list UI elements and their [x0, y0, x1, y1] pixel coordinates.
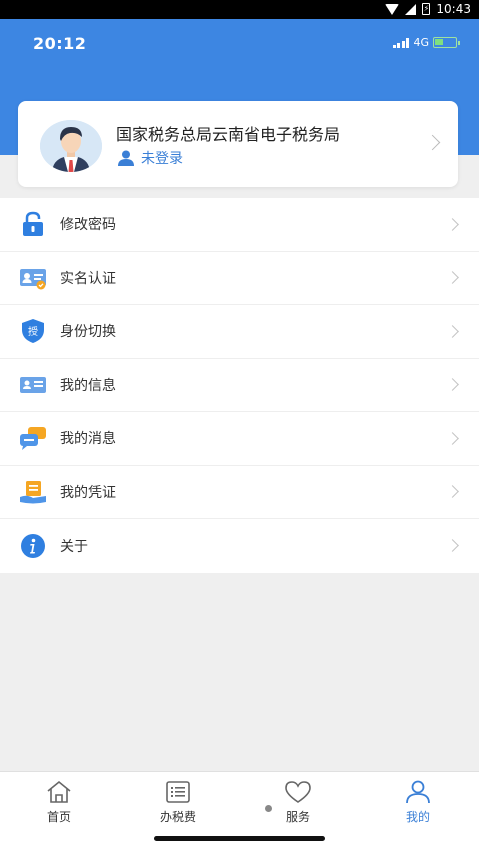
signal-icon	[405, 3, 417, 15]
id-card-icon	[19, 265, 47, 291]
tab-home[interactable]: 首页	[14, 780, 104, 825]
tab-tax[interactable]: 办税费	[133, 780, 223, 825]
chevron-right-icon	[446, 324, 459, 338]
about-icon	[19, 533, 47, 559]
tab-label: 办税费	[159, 810, 196, 824]
menu-item-my-messages[interactable]: 我的消息	[0, 412, 479, 466]
signal-bars-icon	[392, 37, 410, 48]
battery-icon	[433, 37, 460, 48]
tab-label: 我的	[405, 810, 430, 824]
menu-label: 实名认证	[60, 270, 116, 287]
heart-icon	[285, 781, 311, 803]
header-time: 20:12	[33, 34, 87, 53]
settings-menu: 修改密码 实名认证 授 身份切换 我的信息 我的消息 我的凭证 关于	[0, 198, 479, 573]
login-status-label: 未登录	[141, 151, 183, 167]
profile-card[interactable]: 国家税务总局云南省电子税务局 未登录	[18, 101, 458, 187]
menu-item-change-password[interactable]: 修改密码	[0, 198, 479, 252]
login-status[interactable]: 未登录	[117, 148, 183, 168]
voucher-icon	[19, 479, 47, 505]
chevron-right-icon	[446, 217, 459, 231]
chevron-right-icon	[446, 431, 459, 445]
menu-label: 我的消息	[60, 431, 116, 448]
avatar	[40, 120, 102, 172]
menu-item-about[interactable]: 关于	[0, 519, 479, 573]
system-status-bar: ⚡ 10:43	[0, 0, 479, 19]
shield-icon: 授	[19, 318, 47, 344]
tab-mine[interactable]: 我的	[373, 780, 463, 825]
chevron-right-icon	[446, 271, 459, 285]
list-icon	[166, 781, 190, 803]
menu-label: 我的凭证	[60, 484, 116, 501]
info-card-icon	[19, 372, 47, 398]
home-indicator[interactable]	[154, 836, 325, 841]
battery-icon: ⚡	[422, 3, 431, 15]
user-icon	[118, 150, 134, 166]
menu-label: 我的信息	[60, 377, 116, 394]
menu-item-real-name-auth[interactable]: 实名认证	[0, 252, 479, 305]
tab-label: 首页	[46, 810, 71, 824]
chevron-right-icon	[424, 134, 441, 151]
person-icon	[406, 780, 430, 804]
network-label: 4G	[413, 36, 429, 49]
message-icon	[19, 425, 47, 451]
menu-item-identity-switch[interactable]: 授 身份切换	[0, 305, 479, 359]
tab-services[interactable]: 服务	[253, 780, 343, 825]
svg-text:授: 授	[28, 325, 38, 338]
menu-label: 关于	[60, 538, 88, 555]
menu-label: 修改密码	[60, 217, 116, 234]
home-icon	[47, 780, 71, 803]
menu-item-my-info[interactable]: 我的信息	[0, 359, 479, 412]
system-time: 10:43	[436, 2, 471, 16]
wifi-icon	[385, 3, 400, 15]
menu-label: 身份切换	[60, 324, 116, 341]
lock-icon	[19, 211, 47, 237]
tab-label: 服务	[285, 810, 310, 824]
header-status: 4G	[392, 36, 460, 49]
chevron-right-icon	[446, 485, 459, 499]
notification-dot	[265, 805, 272, 812]
org-title: 国家税务总局云南省电子税务局	[116, 125, 341, 144]
menu-item-my-vouchers[interactable]: 我的凭证	[0, 466, 479, 519]
chevron-right-icon	[446, 378, 459, 392]
chevron-right-icon	[446, 539, 459, 553]
